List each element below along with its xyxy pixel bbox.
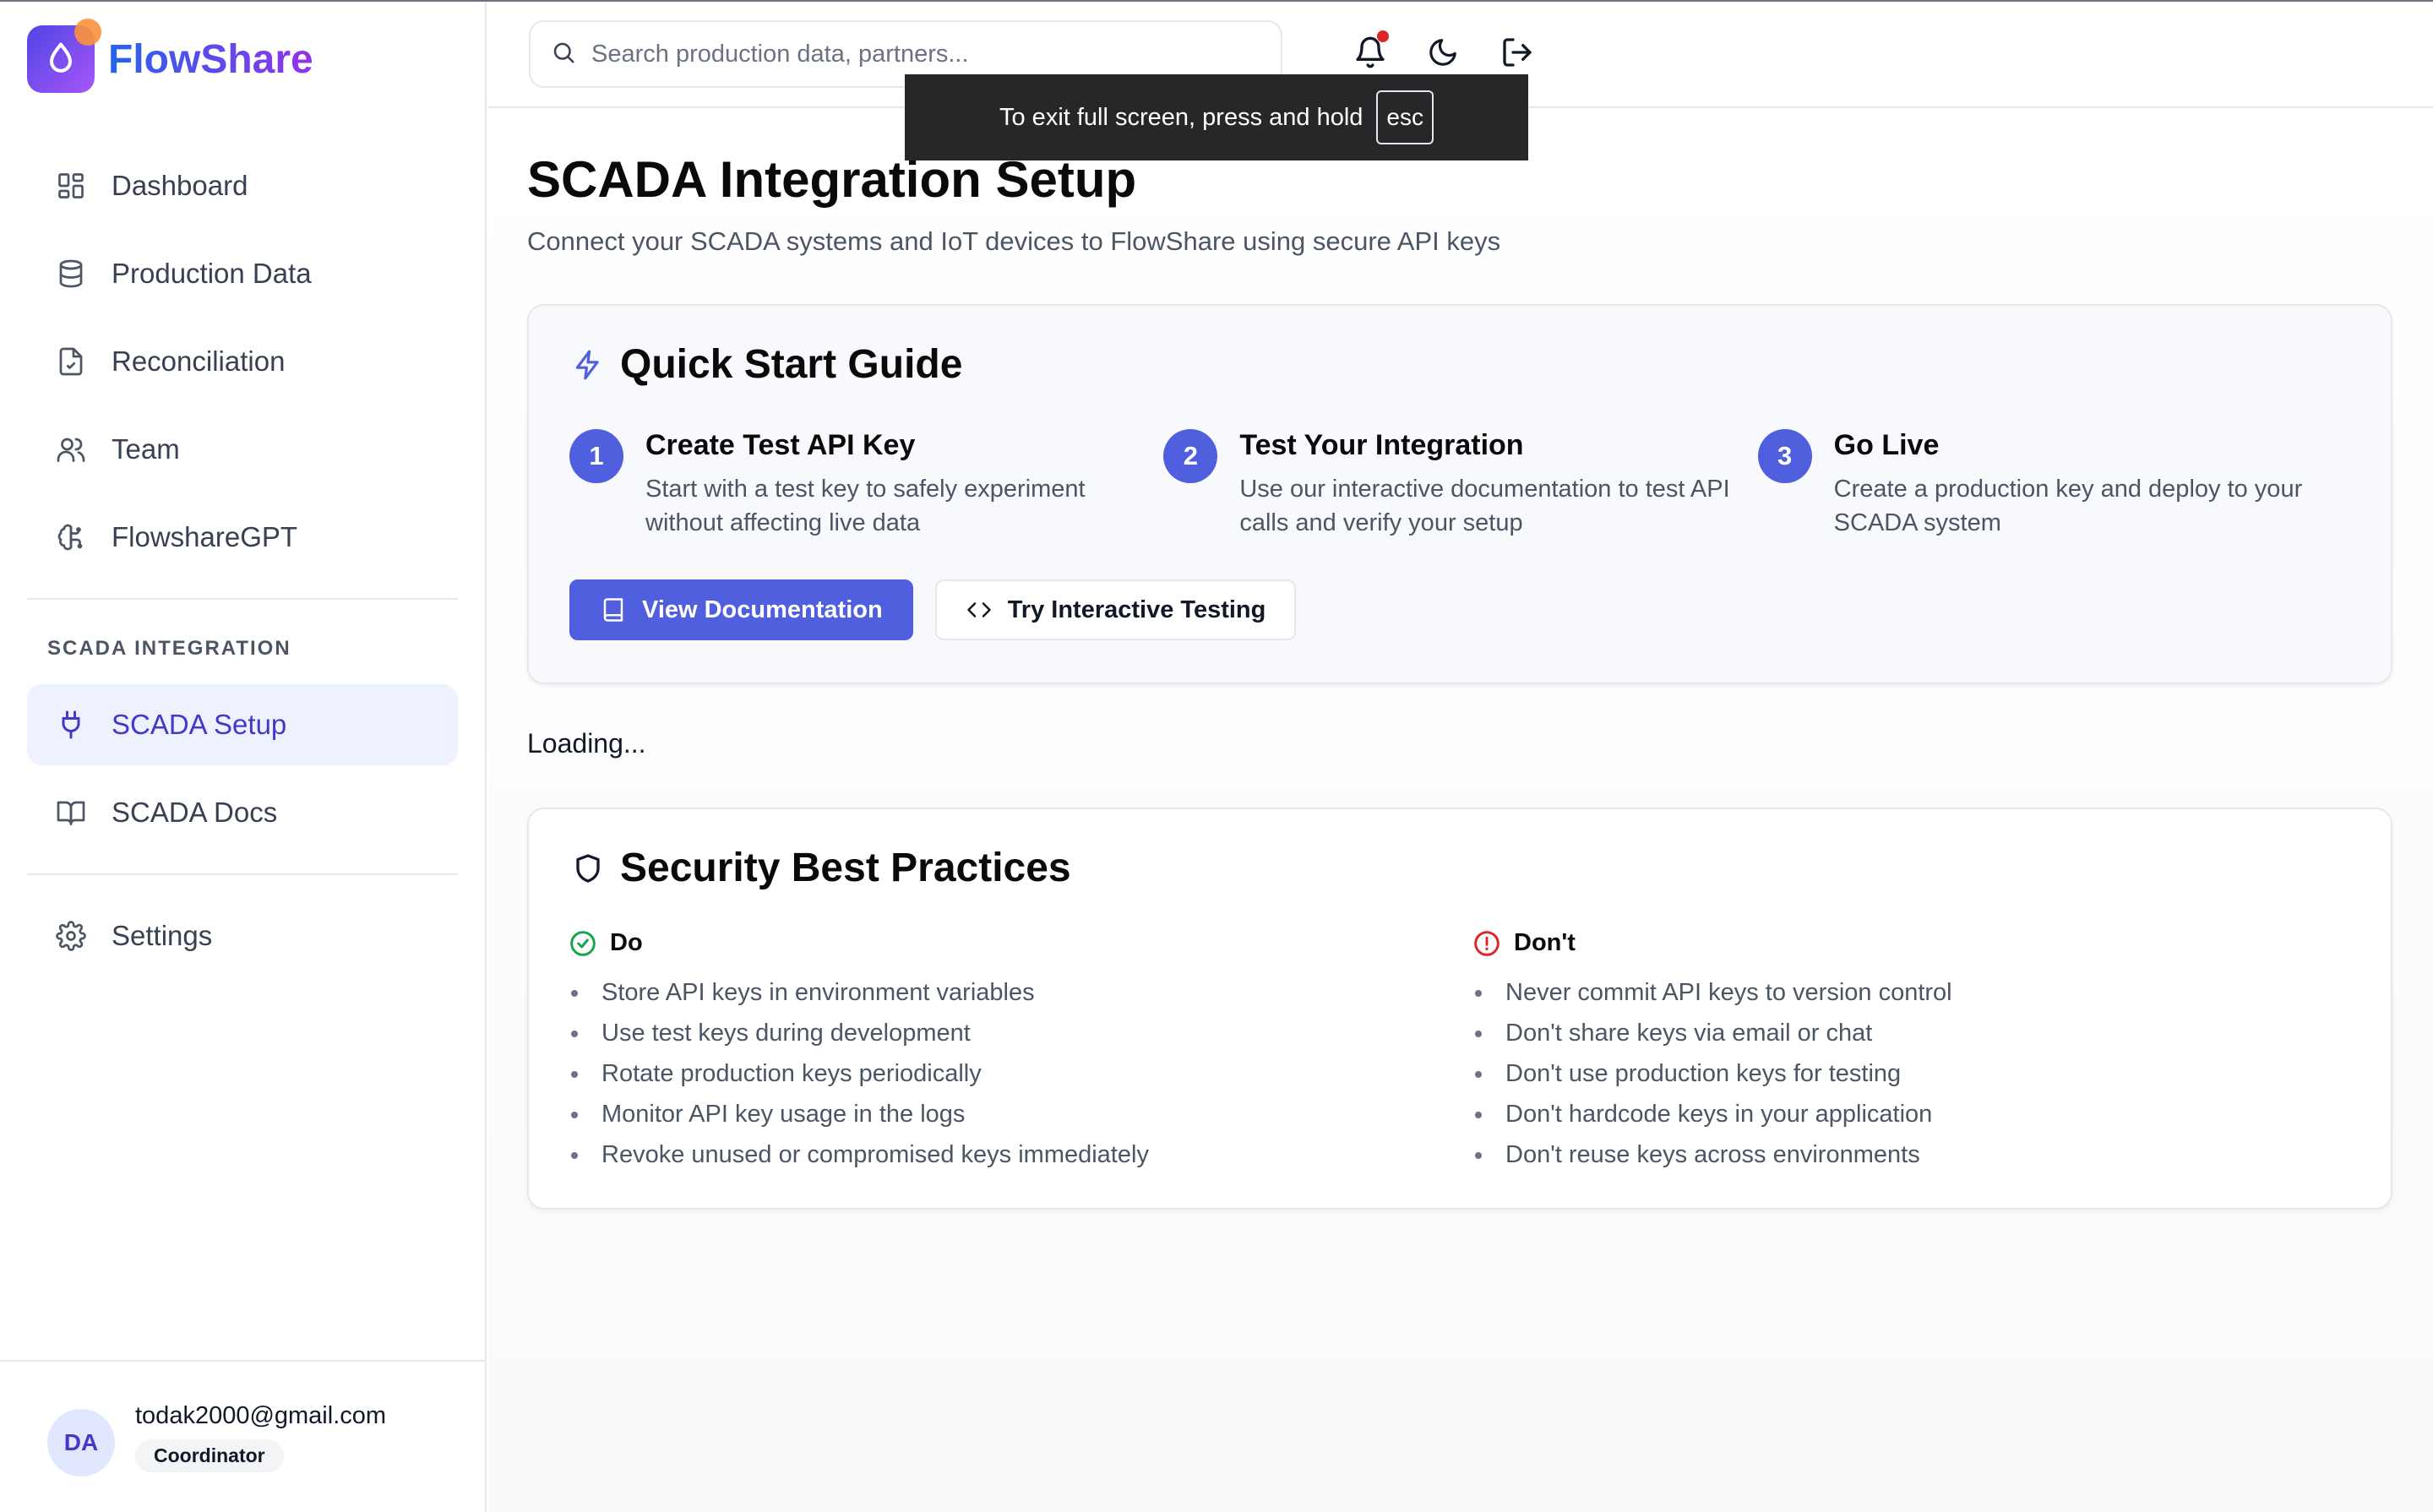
notification-dot — [1377, 30, 1389, 42]
plug-icon — [54, 708, 88, 742]
sidebar-item-team[interactable]: Team — [27, 409, 458, 490]
step-title: Test Your Integration — [1239, 429, 1524, 461]
database-icon — [54, 257, 88, 291]
quick-start-actions: View Documentation Try Interactive Testi… — [569, 579, 1318, 640]
sidebar: FlowShare Dashboard Production Data Reco… — [0, 2, 487, 1512]
step-number: 2 — [1163, 429, 1218, 483]
check-circle-icon — [569, 930, 596, 957]
sidebar-item-scada-docs[interactable]: SCADA Docs — [27, 772, 458, 853]
try-interactive-testing-button[interactable]: Try Interactive Testing — [934, 579, 1297, 640]
search-input[interactable] — [591, 40, 1250, 68]
step-number: 1 — [569, 429, 623, 483]
dont-heading: Don't — [1473, 929, 2318, 957]
column-heading: Don't — [1514, 929, 1576, 956]
sidebar-item-production-data[interactable]: Production Data — [27, 233, 458, 314]
sidebar-item-label: FlowshareGPT — [112, 521, 298, 552]
list-item: Monitor API key usage in the logs — [569, 1094, 1414, 1134]
brand[interactable]: FlowShare — [27, 19, 313, 93]
logout-button[interactable] — [1497, 34, 1538, 74]
dont-list: Never commit API keys to version control… — [1473, 972, 2318, 1175]
sidebar-item-label: SCADA Setup — [112, 709, 287, 740]
list-item: Revoke unused or compromised keys immedi… — [569, 1134, 1414, 1175]
sidebar-item-settings[interactable]: Settings — [27, 895, 458, 976]
step-2: 2 Test Your Integration Use our interact… — [1163, 427, 1757, 540]
loading-text: Loading... — [527, 728, 646, 759]
step-number: 3 — [1757, 429, 1812, 483]
esc-key: esc — [1376, 90, 1434, 144]
list-item: Never commit API keys to version control — [1473, 972, 2318, 1013]
sidebar-divider — [27, 873, 458, 875]
view-documentation-button[interactable]: View Documentation — [569, 579, 913, 640]
theme-toggle-button[interactable] — [1423, 34, 1463, 74]
step-title: Create Test API Key — [645, 429, 916, 461]
dont-column: Don't Never commit API keys to version c… — [1473, 929, 2318, 1175]
fullscreen-toast: To exit full screen, press and hold esc — [905, 74, 1528, 160]
list-item: Don't reuse keys across environments — [1473, 1134, 2318, 1175]
quick-start-title: Quick Start Guide — [620, 342, 963, 387]
brand-name: FlowShare — [108, 36, 313, 82]
moon-icon — [1427, 36, 1459, 73]
sidebar-item-label: Settings — [112, 920, 213, 951]
security-best-practices-card: Security Best Practices Do Store API key… — [527, 808, 2392, 1210]
brain-icon — [54, 520, 88, 554]
quick-start-card: Quick Start Guide 1 Create Test API Key … — [527, 304, 2392, 684]
role-badge: Coordinator — [135, 1439, 284, 1472]
sidebar-divider — [27, 598, 458, 600]
button-label: Try Interactive Testing — [1007, 596, 1266, 623]
sidebar-item-label: Production Data — [112, 258, 312, 289]
user-profile[interactable]: DA todak2000@gmail.com Coordinator — [0, 1360, 485, 1512]
step-title: Go Live — [1833, 429, 1940, 461]
main-content: SCADA Integration Setup Connect your SCA… — [488, 108, 2433, 1512]
users-icon — [54, 432, 88, 466]
do-heading: Do — [569, 929, 1414, 957]
list-item: Store API keys in environment variables — [569, 972, 1414, 1013]
card-title: Security Best Practices — [571, 845, 1071, 891]
list-item: Use test keys during development — [569, 1013, 1414, 1053]
steps: 1 Create Test API Key Start with a test … — [569, 427, 2352, 540]
step-description: Create a production key and deploy to yo… — [1833, 476, 2303, 536]
step-description: Use our interactive documentation to tes… — [1239, 476, 1730, 536]
sidebar-item-flowsharegpt[interactable]: FlowshareGPT — [27, 497, 458, 578]
notifications-button[interactable] — [1350, 30, 1391, 74]
flowshare-logo-icon — [27, 19, 101, 93]
search-icon — [551, 40, 576, 69]
file-check-icon — [54, 345, 88, 378]
step-1: 1 Create Test API Key Start with a test … — [569, 427, 1163, 540]
sidebar-nav: Dashboard Production Data Reconciliation… — [27, 145, 458, 983]
do-column: Do Store API keys in environment variabl… — [569, 929, 1414, 1175]
shield-icon — [571, 851, 605, 885]
page-subtitle: Connect your SCADA systems and IoT devic… — [527, 226, 1501, 256]
sidebar-item-label: Reconciliation — [112, 345, 286, 377]
gear-icon — [54, 919, 88, 953]
list-item: Don't share keys via email or chat — [1473, 1013, 2318, 1053]
column-heading: Do — [610, 929, 643, 956]
book-open-icon — [54, 796, 88, 829]
button-label: View Documentation — [642, 596, 883, 623]
card-title: Quick Start Guide — [571, 341, 962, 388]
code-icon — [966, 596, 993, 623]
sidebar-item-dashboard[interactable]: Dashboard — [27, 145, 458, 226]
list-item: Don't hardcode keys in your application — [1473, 1094, 2318, 1134]
step-description: Start with a test key to safely experime… — [645, 476, 1086, 536]
user-email: todak2000@gmail.com — [135, 1402, 387, 1429]
avatar: DA — [47, 1409, 115, 1477]
sidebar-item-label: Dashboard — [112, 170, 248, 201]
sidebar-item-reconciliation[interactable]: Reconciliation — [27, 321, 458, 402]
sidebar-item-label: SCADA Docs — [112, 797, 278, 828]
book-icon — [600, 596, 627, 623]
toast-text: To exit full screen, press and hold — [999, 103, 1363, 131]
zap-icon — [571, 348, 605, 382]
do-list: Store API keys in environment variables … — [569, 972, 1414, 1175]
step-3: 3 Go Live Create a production key and de… — [1757, 427, 2352, 540]
dashboard-icon — [54, 169, 88, 203]
list-item: Don't use production keys for testing — [1473, 1053, 2318, 1094]
alert-circle-icon — [1473, 930, 1500, 957]
security-title: Security Best Practices — [620, 846, 1071, 890]
sidebar-item-label: Team — [112, 433, 180, 465]
sidebar-item-scada-setup[interactable]: SCADA Setup — [27, 684, 458, 765]
section-label: SCADA INTEGRATION — [47, 637, 291, 660]
list-item: Rotate production keys periodically — [569, 1053, 1414, 1094]
logout-icon — [1500, 35, 1534, 73]
